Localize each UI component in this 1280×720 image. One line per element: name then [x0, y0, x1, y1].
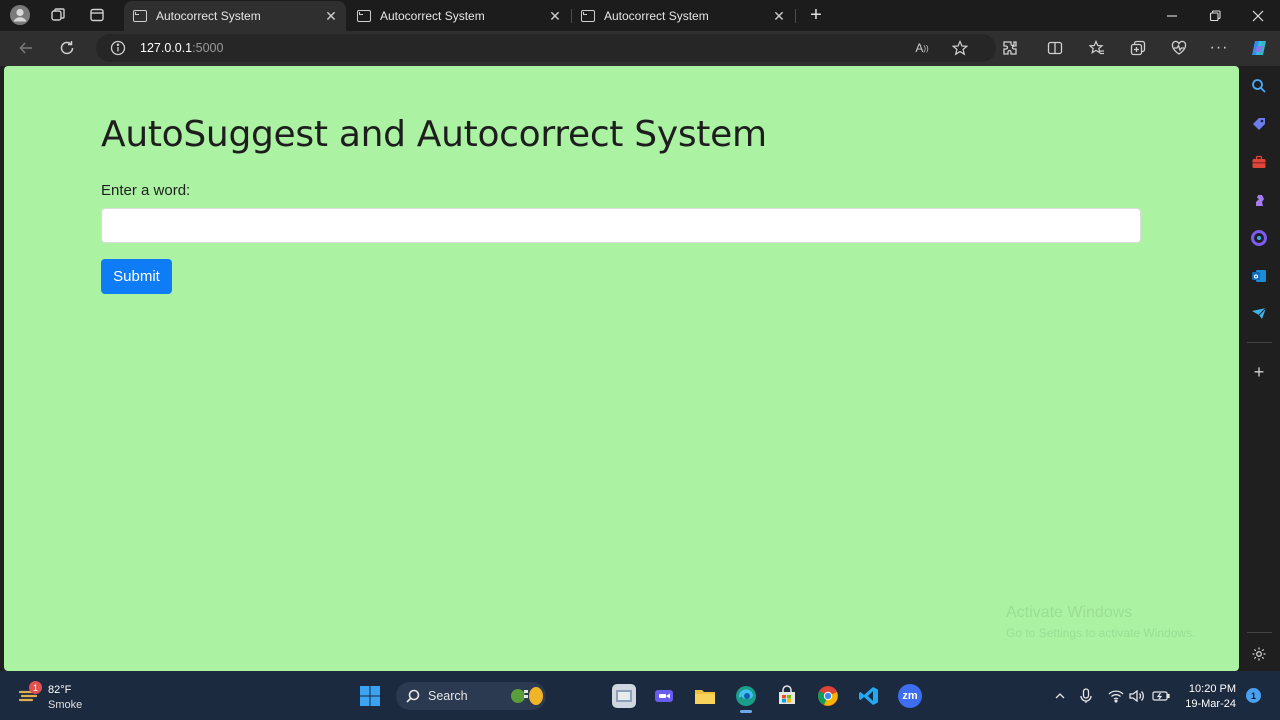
minimize-icon[interactable]	[1150, 0, 1194, 31]
copilot-icon[interactable]	[1247, 37, 1271, 59]
microphone-icon[interactable]	[1077, 687, 1095, 705]
watermark-subtitle: Go to Settings to activate Windows.	[1006, 626, 1196, 640]
browser-essentials-icon[interactable]	[1167, 37, 1191, 59]
outlook-icon[interactable]: o	[1249, 266, 1269, 286]
windows-start-icon[interactable]	[359, 685, 381, 707]
profile-avatar-icon[interactable]	[8, 4, 32, 26]
tab-title: Autocorrect System	[604, 9, 709, 23]
url-text: 127.0.0.1:5000	[140, 41, 223, 55]
sidebar-separator	[1247, 342, 1272, 343]
notification-badge[interactable]: 1	[1246, 688, 1261, 703]
weather-badge: 1	[29, 681, 42, 694]
wifi-icon[interactable]	[1107, 687, 1125, 705]
windows-taskbar: 1 82°F Smoke Search zm 10:20 PM 19-Mar-2…	[0, 671, 1280, 720]
weather-temperature[interactable]: 82°F	[48, 684, 71, 696]
browser-tab-bar: Autocorrect System ✕ Autocorrect System …	[0, 0, 1280, 31]
file-manager-icon[interactable]	[612, 684, 636, 708]
extensions-icon[interactable]	[998, 37, 1022, 59]
watermark-title: Activate Windows	[1006, 604, 1133, 621]
tab-actions-icon[interactable]	[85, 4, 109, 26]
page-content: AutoSuggest and Autocorrect System Enter…	[4, 66, 1239, 671]
meet-icon[interactable]	[652, 684, 676, 708]
read-aloud-icon[interactable]: A))	[910, 37, 934, 59]
tab-1[interactable]: Autocorrect System ✕	[124, 1, 346, 31]
split-screen-icon[interactable]	[1043, 37, 1067, 59]
active-app-indicator	[740, 710, 752, 713]
submit-button[interactable]: Submit	[101, 259, 172, 294]
send-icon[interactable]	[1249, 304, 1269, 324]
tab-title: Autocorrect System	[380, 9, 485, 23]
collections-icon[interactable]	[1126, 37, 1150, 59]
settings-icon[interactable]	[1249, 644, 1269, 664]
weather-condition[interactable]: Smoke	[48, 699, 82, 711]
battery-icon[interactable]	[1152, 687, 1170, 705]
page-favicon-icon	[133, 10, 147, 22]
chrome-icon[interactable]	[816, 684, 840, 708]
search-label: Search	[428, 689, 468, 703]
page-title: AutoSuggest and Autocorrect System	[101, 114, 767, 155]
browser-toolbar: 127.0.0.1:5000 A)) ···	[0, 31, 1280, 66]
volume-icon[interactable]	[1128, 687, 1146, 705]
activate-windows-watermark: Activate Windows Go to Settings to activ…	[1006, 604, 1195, 640]
favorite-star-icon[interactable]	[948, 37, 972, 59]
vscode-icon[interactable]	[857, 684, 881, 708]
page-favicon-icon	[581, 10, 595, 22]
toolbox-icon[interactable]	[1249, 152, 1269, 172]
close-window-icon[interactable]	[1236, 0, 1280, 31]
chess-icon[interactable]	[1249, 190, 1269, 210]
search-icon[interactable]	[1249, 76, 1269, 96]
zoom-icon[interactable]: zm	[898, 684, 922, 708]
tag-icon[interactable]	[1249, 114, 1269, 134]
url-port: :5000	[192, 41, 224, 55]
favorites-icon[interactable]	[1085, 37, 1109, 59]
search-highlight-icon	[508, 685, 544, 712]
tab-separator	[795, 9, 796, 23]
svg-text:o: o	[1254, 273, 1259, 281]
sidebar-separator	[1247, 632, 1272, 633]
address-bar[interactable]: 127.0.0.1:5000	[96, 34, 996, 62]
store-icon[interactable]	[775, 684, 799, 708]
site-info-icon[interactable]	[110, 40, 126, 61]
clock-date: 19-Mar-24	[1185, 698, 1236, 710]
word-input[interactable]	[101, 208, 1141, 243]
more-options-icon[interactable]: ···	[1207, 37, 1231, 59]
clock-time: 10:20 PM	[1188, 683, 1236, 695]
workspaces-icon[interactable]	[46, 4, 70, 26]
refresh-icon[interactable]	[55, 37, 79, 59]
chevron-up-icon[interactable]	[1051, 687, 1069, 705]
url-host: 127.0.0.1	[140, 41, 193, 55]
tab-2[interactable]: Autocorrect System ✕	[348, 1, 570, 31]
tab-title: Autocorrect System	[156, 9, 261, 23]
search-icon	[405, 688, 421, 709]
word-label: Enter a word:	[101, 182, 191, 199]
edge-sidebar: o +	[1239, 66, 1280, 671]
copilot-sidebar-icon[interactable]	[1249, 228, 1269, 248]
close-tab-icon[interactable]: ✕	[768, 8, 790, 25]
close-tab-icon[interactable]: ✕	[320, 8, 342, 25]
close-tab-icon[interactable]: ✕	[544, 8, 566, 25]
taskbar-clock[interactable]: 10:20 PM 19-Mar-24	[1182, 682, 1236, 712]
back-arrow-icon[interactable]	[14, 37, 38, 59]
new-tab-icon[interactable]: +	[804, 4, 828, 26]
tab-3[interactable]: Autocorrect System ✕	[572, 1, 794, 31]
edge-icon[interactable]	[734, 684, 758, 713]
restore-icon[interactable]	[1193, 0, 1237, 31]
file-explorer-icon[interactable]	[693, 684, 717, 708]
page-favicon-icon	[357, 10, 371, 22]
taskbar-search[interactable]: Search	[396, 682, 546, 710]
add-icon[interactable]: +	[1249, 362, 1269, 382]
